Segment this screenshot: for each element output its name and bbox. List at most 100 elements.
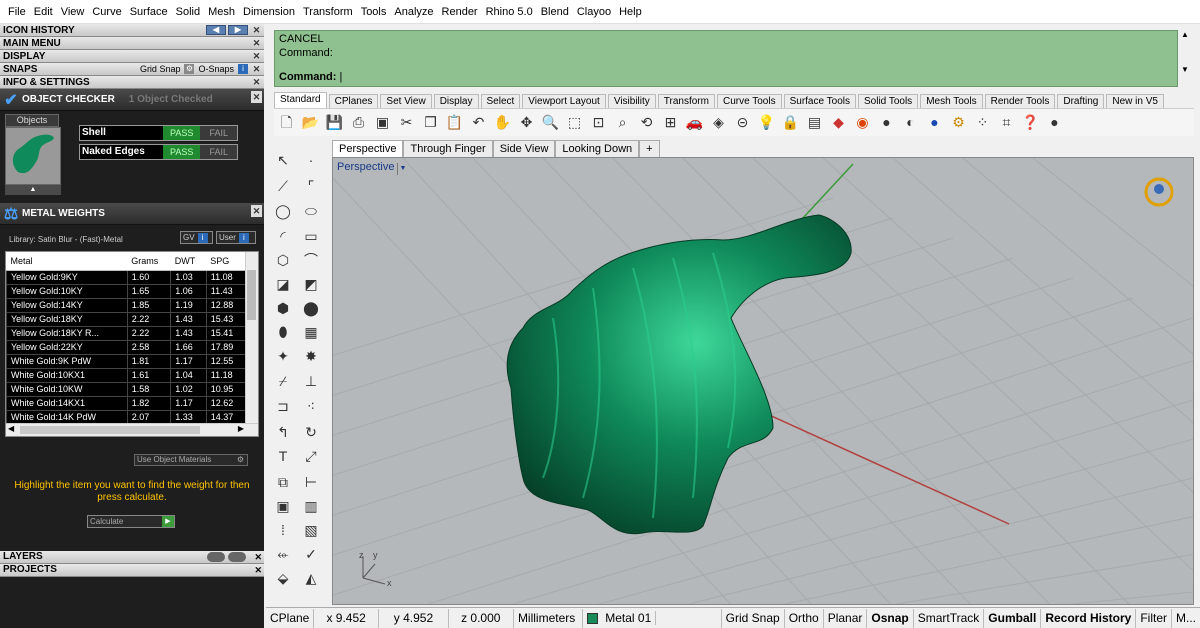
menu-analyze[interactable]: Analyze [390,6,437,18]
layer-icon[interactable]: ▤ [804,112,825,133]
table-row[interactable]: Yellow Gold:18KY R... 2.22 1.43 15.41 [6,325,247,341]
menu-blend[interactable]: Blend [537,6,573,18]
save-icon[interactable]: 💾 [324,112,345,133]
menu-curve[interactable]: Curve [88,6,125,18]
tab-perspective[interactable]: Perspective [332,140,404,157]
box-icon[interactable]: ⬢ [272,297,294,319]
cut-icon[interactable]: ✂ [396,112,417,133]
help-icon[interactable]: ❓ [1020,112,1041,133]
mesh-icon[interactable]: ▦ [300,321,322,343]
close-icon[interactable]: ✕ [251,76,262,88]
main-menu-header[interactable]: MAIN MENU ✕ [0,37,264,50]
render-sphere-icon[interactable]: ● [924,112,945,133]
pan-hand-icon[interactable]: ✋ [492,112,513,133]
table-row[interactable]: White Gold:14K PdW 2.07 1.33 14.37 [6,409,247,425]
info-settings-header[interactable]: INFO & SETTINGS ✕ [0,76,264,89]
object-thumbnail[interactable] [5,127,61,185]
viewport-title[interactable]: Perspective ▼ [337,161,407,175]
table-row[interactable]: Yellow Gold:9KY 1.60 1.03 11.08 [6,269,247,285]
car-icon[interactable]: 🚗 [684,112,705,133]
grid-icon[interactable]: ⁞ [272,519,294,541]
zoom-icon[interactable]: 🔍 [540,112,561,133]
osnap-settings-icon[interactable]: ⚙ [184,64,195,74]
open-folder-icon[interactable]: 📂 [300,112,321,133]
menu-help[interactable]: Help [615,6,646,18]
hatch-icon[interactable]: ▥ [300,495,322,517]
lock-icon[interactable]: 🔒 [780,112,801,133]
cplane-icon[interactable]: ⊝ [732,112,753,133]
table-row[interactable]: White Gold:10KX1 1.61 1.04 11.18 [6,367,247,383]
fillet-curve-icon[interactable]: ⌒ [300,249,322,271]
array-icon[interactable]: ⁖ [300,395,322,417]
extrude-surface-icon[interactable]: ◩ [300,273,322,295]
solid-box-icon[interactable]: ▣ [272,495,294,517]
light-icon[interactable]: ◭ [300,567,322,589]
points-icon[interactable]: ⁘ [972,112,993,133]
tab-surface-tools[interactable]: Surface Tools [783,94,856,108]
menu-dimension[interactable]: Dimension [239,6,299,18]
units-indicator[interactable]: Millimeters [514,608,584,628]
tab-standard[interactable]: Standard [274,92,327,108]
tab-set-view[interactable]: Set View [380,94,432,108]
more-toggle[interactable]: M... [1172,609,1200,628]
new-file-icon[interactable]: 🗋 [276,112,297,133]
surface-icon[interactable]: ◪ [272,273,294,295]
snaps-header[interactable]: SNAPS Grid Snap ⚙ O-Snaps i ✕ [0,63,264,76]
layers-header[interactable]: LAYERS ✕ [0,551,264,564]
color-wheel-icon[interactable]: ◉ [852,112,873,133]
offset-icon[interactable]: ↰ [272,421,294,443]
grid-snap-toggle[interactable]: Grid Snap [140,64,181,74]
cylinder-icon[interactable]: ⬮ [272,321,294,343]
options-icon[interactable]: ⌗ [996,112,1017,133]
chevron-left-icon[interactable]: ◀ [8,424,14,433]
smarttrack-toggle[interactable]: SmartTrack [914,608,985,628]
group-icon[interactable]: ⧉ [272,471,294,493]
gumball-toggle[interactable]: Gumball [984,608,1042,628]
tab-visibility[interactable]: Visibility [607,94,656,108]
table-row[interactable]: White Gold:10KW 1.58 1.02 10.95 [6,381,247,397]
col-spg[interactable]: SPG [206,252,246,271]
current-layer[interactable]: Metal 01 [583,608,722,628]
chevron-up-icon[interactable]: ▲ [5,185,61,195]
col-dwt[interactable]: DWT [170,252,207,271]
col-metal[interactable]: Metal [6,252,128,271]
icon-history-header[interactable]: ICON HISTORY ◀ ▶ ✕ [0,24,264,37]
history-back-icon[interactable]: ◀ [206,25,226,35]
table-row[interactable]: Yellow Gold:10KY 1.65 1.06 11.43 [6,283,247,299]
scale-icon[interactable]: ⤢ [300,445,322,467]
print-icon[interactable]: ⎙ [348,112,369,133]
planar-toggle[interactable]: Planar [824,608,868,628]
command-prompt[interactable]: Command: | [279,70,1173,84]
arc-icon[interactable]: ◜ [272,225,294,247]
table-row[interactable]: White Gold:14KX1 1.82 1.17 12.62 [6,395,247,411]
black-sphere-icon[interactable]: ● [1044,112,1065,133]
rectangle-icon[interactable]: ▭ [300,225,322,247]
close-icon[interactable]: ✕ [251,63,262,75]
tab-curve-tools[interactable]: Curve Tools [716,94,782,108]
table-row[interactable]: Yellow Gold:18KY 2.22 1.43 15.43 [6,311,247,327]
analyze-icon[interactable]: ⬰ [272,543,294,565]
use-object-materials-dropdown[interactable]: Use Object Materials ⚙ [134,454,248,466]
objects-tab[interactable]: Objects [5,114,59,127]
tab-solid-tools[interactable]: Solid Tools [858,94,919,108]
import-icon[interactable]: ▣ [372,112,393,133]
control-point-curve-icon[interactable]: ⌜ [300,175,322,197]
user-button[interactable]: User i [216,231,256,244]
shaded-sphere-icon[interactable]: ● [876,112,897,133]
tab-transform[interactable]: Transform [657,94,715,108]
menu-rhino5[interactable]: Rhino 5.0 [482,6,537,18]
add-viewport-tab[interactable]: + [639,140,660,157]
zoom-extents-icon[interactable]: ⊡ [588,112,609,133]
close-icon[interactable]: ✕ [254,564,262,576]
boolean-icon[interactable]: ⬤ [300,297,322,319]
o-snaps-toggle[interactable]: O-Snaps [198,64,234,74]
text-icon[interactable]: T [272,445,294,467]
scroll-thumb[interactable] [20,426,200,434]
light-bulb-icon[interactable]: 💡 [756,112,777,133]
tab-looking-down[interactable]: Looking Down [555,140,640,157]
object-checker-bar[interactable]: ✔ OBJECT CHECKER 1 Object Checked ✕ [0,89,264,111]
copy-icon[interactable]: ❐ [420,112,441,133]
viewport-layout-icon[interactable]: ⊞ [660,112,681,133]
polygon-icon[interactable]: ⬡ [272,249,294,271]
tab-mesh-tools[interactable]: Mesh Tools [920,94,983,108]
